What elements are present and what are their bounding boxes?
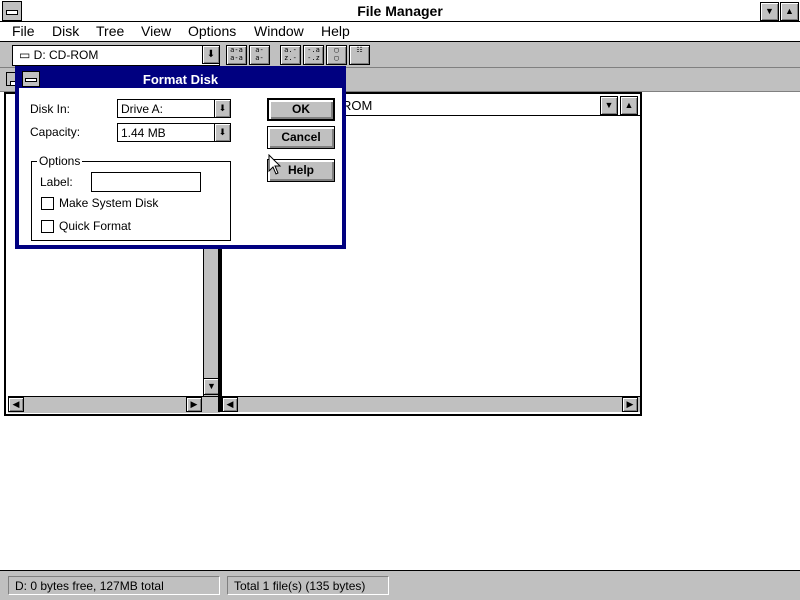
capacity-label: Capacity:: [30, 125, 81, 139]
dialog-body: Disk In: Drive A: ⬇ Capacity: 1.44 MB ⬇ …: [19, 88, 342, 245]
capacity-dropdown-icon[interactable]: ⬇: [214, 123, 231, 142]
file-horizontal-scrollbar[interactable]: ◀ ▶: [222, 396, 640, 412]
ok-button[interactable]: OK: [267, 98, 335, 121]
app-title-bar: File Manager ▼ ▲: [0, 0, 800, 22]
menu-options[interactable]: Options: [188, 23, 236, 39]
options-caption: Options: [37, 154, 83, 168]
menu-help[interactable]: Help: [321, 23, 350, 39]
label-field[interactable]: [91, 172, 201, 192]
status-free-space: D: 0 bytes free, 127MB total: [8, 576, 220, 595]
menu-window[interactable]: Window: [254, 23, 304, 39]
cancel-button[interactable]: Cancel: [267, 126, 335, 149]
child-maximize-button[interactable]: ▲: [620, 96, 638, 115]
scroll-left-arrow-icon[interactable]: ◀: [8, 397, 24, 412]
view-details-icon[interactable]: ☷: [349, 45, 370, 65]
mouse-cursor-icon: [268, 154, 282, 175]
dialog-title: Format Disk: [142, 72, 219, 87]
menu-tree[interactable]: Tree: [96, 23, 124, 39]
drive-select-value: D: CD-ROM: [33, 48, 99, 62]
disconnect-drive-icon[interactable]: a-a-: [249, 45, 270, 65]
minimize-button[interactable]: ▼: [760, 2, 779, 21]
status-bar: D: 0 bytes free, 127MB total Total 1 fil…: [0, 570, 800, 600]
maximize-button[interactable]: ▲: [780, 2, 799, 21]
file-scroll-left-arrow-icon[interactable]: ◀: [222, 397, 238, 412]
label-field-label: Label:: [40, 175, 73, 189]
disk-in-value: Drive A:: [121, 102, 164, 116]
menu-file[interactable]: File: [12, 23, 35, 39]
make-system-disk-label[interactable]: Make System Disk: [59, 196, 158, 210]
sort-by-type-icon[interactable]: -.a -.z: [303, 45, 324, 65]
menu-disk[interactable]: Disk: [52, 23, 79, 39]
capacity-select[interactable]: 1.44 MB ⬇: [117, 123, 231, 142]
tree-horizontal-scrollbar[interactable]: ◀ ▶: [8, 396, 220, 413]
drive-select[interactable]: ▭ D: CD-ROM ⬇: [12, 45, 220, 66]
menu-bar: File Disk Tree View Options Window Help: [0, 22, 800, 42]
dialog-title-bar[interactable]: Format Disk: [19, 70, 342, 88]
toolbar: ▭ D: CD-ROM ⬇ a-a a-a a-a- a.- z.- -.a -.z …: [0, 42, 800, 68]
connect-drive-icon[interactable]: a-a a-a: [226, 45, 247, 65]
cdrom-icon: ▭: [19, 48, 34, 62]
dropdown-arrow-icon[interactable]: ⬇: [202, 45, 220, 64]
sort-by-name-icon[interactable]: a.- z.-: [280, 45, 301, 65]
menu-view[interactable]: View: [141, 23, 171, 39]
disk-in-label: Disk In:: [30, 102, 71, 116]
make-system-disk-checkbox[interactable]: [41, 197, 54, 210]
format-disk-dialog: Format Disk Disk In: Drive A: ⬇ Capacity…: [15, 66, 346, 249]
disk-in-dropdown-icon[interactable]: ⬇: [214, 99, 231, 118]
scroll-right-arrow-icon[interactable]: ▶: [186, 397, 202, 412]
disk-in-select[interactable]: Drive A: ⬇: [117, 99, 231, 118]
quick-format-checkbox[interactable]: [41, 220, 54, 233]
capacity-value: 1.44 MB: [121, 126, 166, 140]
app-title: File Manager: [357, 3, 443, 19]
new-window-icon[interactable]: ▢ ▢: [326, 45, 347, 65]
quick-format-label[interactable]: Quick Format: [59, 219, 131, 233]
status-file-count: Total 1 file(s) (135 bytes): [227, 576, 389, 595]
child-minimize-button[interactable]: ▼: [600, 96, 618, 115]
file-scroll-right-arrow-icon[interactable]: ▶: [622, 397, 638, 412]
path-text: ROM: [342, 98, 373, 113]
